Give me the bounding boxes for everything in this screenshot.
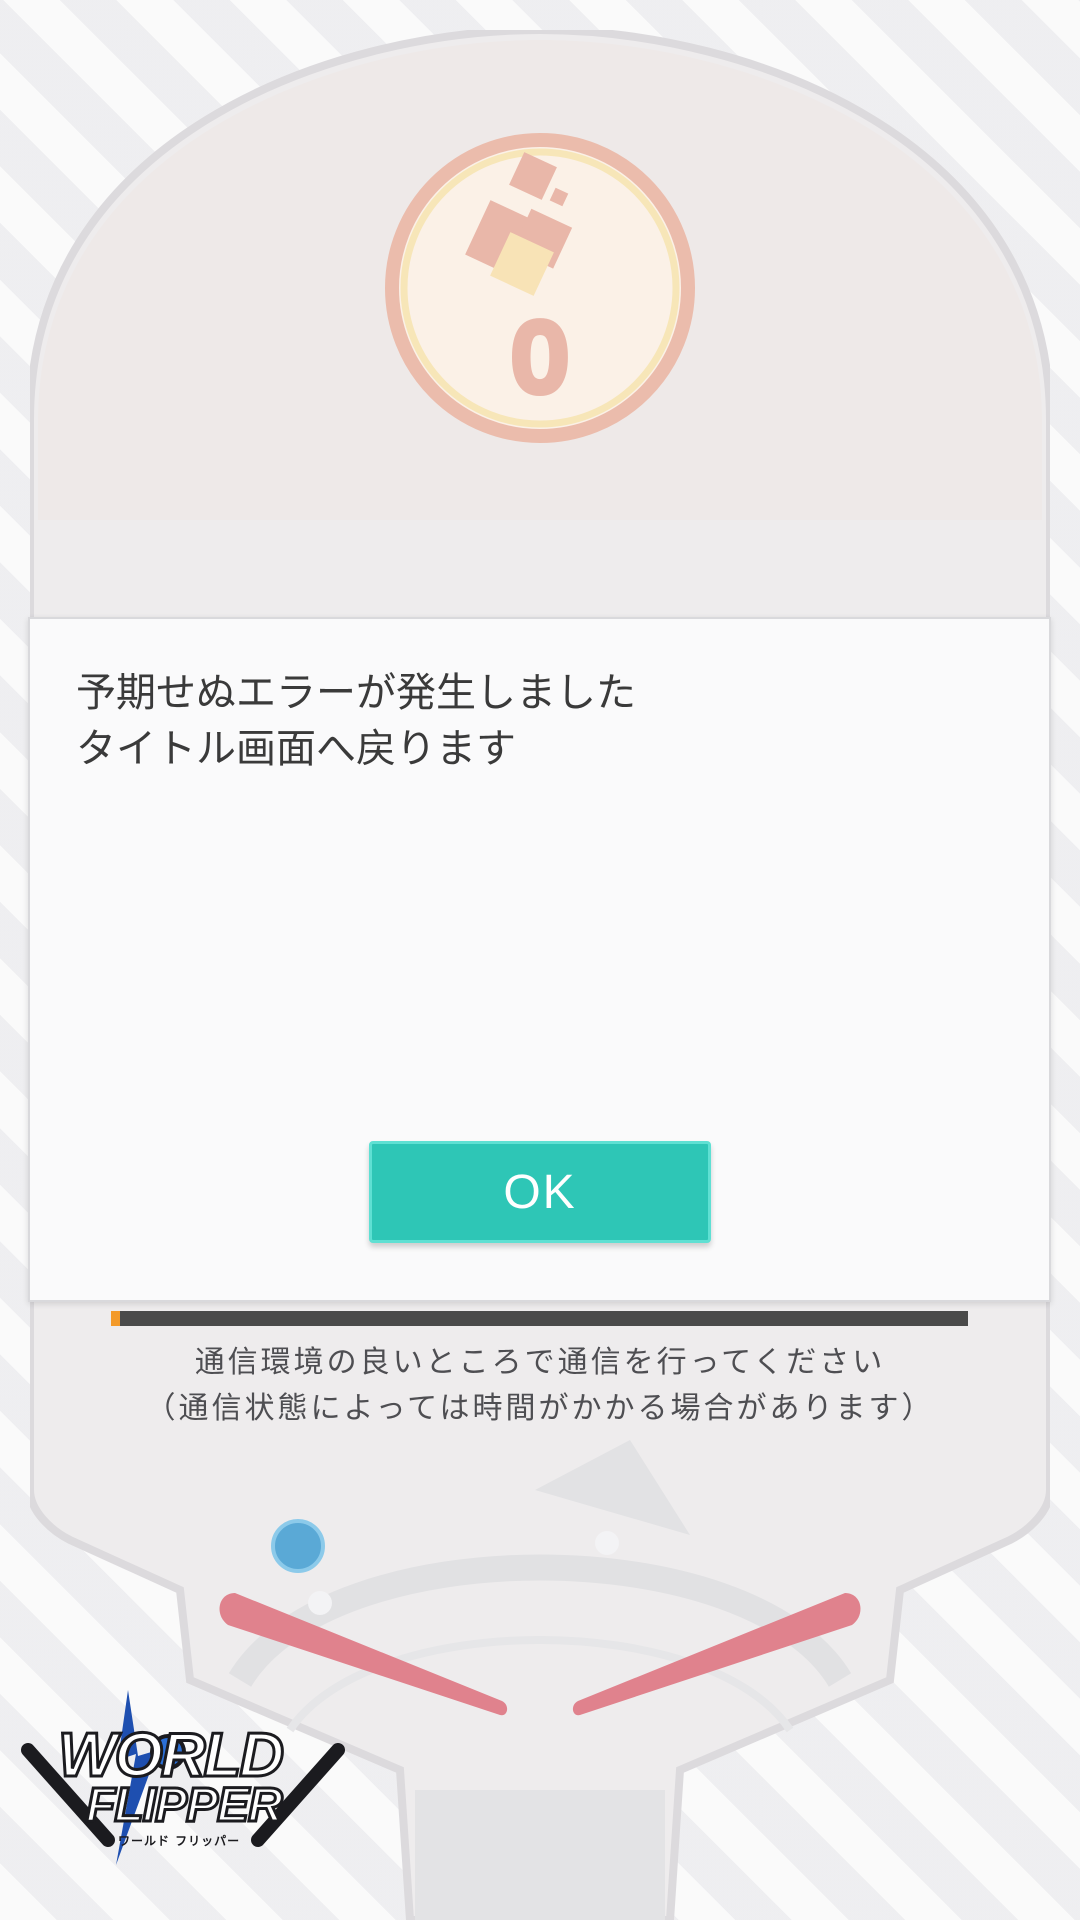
error-message-line-1: 予期せぬエラーが発生しました [76, 670, 636, 716]
connection-notice-line-1: 通信環境の良いところで通信を行ってください [194, 1345, 886, 1380]
loading-progress-bar [111, 1311, 968, 1326]
ok-button[interactable]: OK [369, 1141, 711, 1243]
error-message: 予期せぬエラーが発生しました タイトル画面へ戻ります [76, 665, 976, 777]
loading-progress-fill [111, 1311, 120, 1326]
logo-line-2: FLIPPER [85, 1778, 285, 1834]
counter-medallion: 0 [385, 133, 695, 443]
world-flipper-logo: WORLD FLIPPER ワールド フリッパー [18, 1690, 348, 1865]
right-flipper [572, 1593, 861, 1716]
error-dialog: 予期せぬエラーが発生しました タイトル画面へ戻ります OK [28, 617, 1051, 1302]
connection-notice: 通信環境の良いところで通信を行ってください （通信状態によっては時間がかかる場合… [0, 1340, 1080, 1432]
error-message-line-2: タイトル画面へ戻ります [76, 726, 516, 772]
counter-value: 0 [513, 304, 566, 411]
connection-notice-line-2: （通信状態によっては時間がかかる場合があります） [145, 1391, 935, 1426]
pinball-ball [271, 1519, 325, 1573]
logo-subtitle: ワールド フリッパー [118, 1834, 241, 1848]
